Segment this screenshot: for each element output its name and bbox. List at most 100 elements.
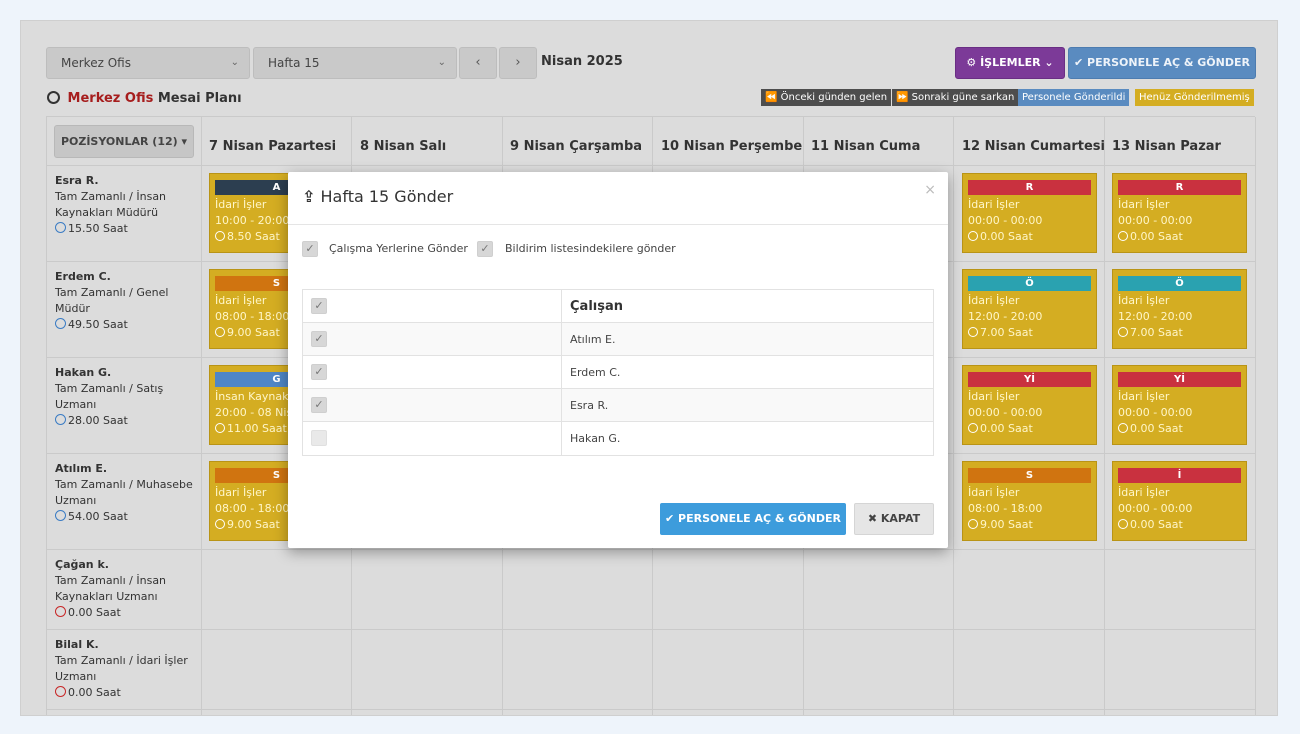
modal-title-text: Hafta 15 Gönder (320, 187, 454, 206)
table-row: Hakan G. (303, 422, 933, 455)
shift-hours: 0.00 Saat (980, 422, 1033, 435)
clock-icon (47, 91, 60, 104)
shift-task: İdari İşler (1118, 486, 1170, 499)
shift-card[interactable]: R İdari İşler 00:00 - 00:00 0.00 Saat (962, 173, 1097, 253)
workplaces-label: Çalışma Yerlerine Gönder (329, 242, 468, 255)
shift-task: İdari İşler (968, 198, 1020, 211)
employee-name: Hakan G. (55, 366, 112, 379)
office-select[interactable]: Merkez Ofis ⌄ (46, 47, 250, 79)
modal-title: ⇪ Hafta 15 Gönder (302, 187, 453, 206)
employee-cell[interactable]: Bilal K. Tam Zamanlı / İdari İşler Uzman… (55, 637, 195, 701)
shift-hours: 0.00 Saat (1130, 518, 1183, 531)
shift-task: İdari İşler (968, 390, 1020, 403)
notify-list-checkbox[interactable]: ✓ (477, 241, 493, 257)
close-icon[interactable]: × (924, 182, 936, 198)
table-header-employee: Çalışan (570, 299, 623, 314)
legend-next-day: ⏩ Sonraki güne sarkan (892, 89, 1019, 106)
clock-icon (968, 519, 978, 529)
shift-time: 12:00 - 20:00 (1118, 310, 1193, 323)
clock-icon (215, 519, 225, 529)
shift-time: 00:00 - 00:00 (1118, 406, 1193, 419)
shift-code: Yİ (1118, 372, 1241, 387)
employee-name: Erdem C. (570, 366, 621, 379)
employee-cell[interactable]: Çağan k. Tam Zamanlı / İnsan Kaynakları … (55, 557, 195, 621)
shift-time: 00:00 - 00:00 (968, 406, 1043, 419)
positions-button[interactable]: POZİSYONLAR (12) ▾ (54, 125, 194, 158)
employee-cell[interactable]: Esra R. Tam Zamanlı / İnsan Kaynakları M… (55, 173, 195, 237)
row-checkbox[interactable]: ✓ (311, 364, 327, 380)
shift-time: 00:00 - 00:00 (968, 214, 1043, 227)
day-header: 12 Nisan Cumartesi (962, 139, 1105, 154)
shift-task: İdari İşler (968, 486, 1020, 499)
month-label: Nisan 2025 (541, 54, 623, 69)
shift-task: İdari İşler (1118, 294, 1170, 307)
actions-dropdown-button[interactable]: ⚙ İŞLEMLER ⌄ (955, 47, 1065, 79)
shift-code: Ö (1118, 276, 1241, 291)
publish-button[interactable]: ✔ PERSONELE AÇ & GÖNDER (1068, 47, 1256, 79)
shift-hours: 7.00 Saat (980, 326, 1033, 339)
shift-card[interactable]: İ İdari İşler 00:00 - 00:00 0.00 Saat (1112, 461, 1247, 541)
publish-and-send-button[interactable]: ✔ PERSONELE AÇ & GÖNDER (660, 503, 846, 535)
day-header: 11 Nisan Cuma (811, 139, 921, 154)
shift-hours: 9.00 Saat (227, 326, 280, 339)
shift-card[interactable]: Ö İdari İşler 12:00 - 20:00 7.00 Saat (1112, 269, 1247, 349)
shift-code: R (968, 180, 1091, 195)
employee-cell[interactable]: Hakan G. Tam Zamanlı / Satış Uzmanı 28.0… (55, 365, 195, 429)
employee-name: Esra R. (55, 174, 99, 187)
employee-hours: 28.00 Saat (68, 414, 128, 427)
row-checkbox[interactable]: ✓ (311, 397, 327, 413)
table-row: ✓ Atılım E. (303, 323, 933, 356)
shift-card[interactable]: R İdari İşler 00:00 - 00:00 0.00 Saat (1112, 173, 1247, 253)
shift-hours: 11.00 Saat (227, 422, 287, 435)
select-all-checkbox[interactable]: ✓ (311, 298, 327, 314)
legend-prev-day: ⏪ Önceki günden gelen (761, 89, 892, 106)
shift-card[interactable]: Yİ İdari İşler 00:00 - 00:00 0.00 Saat (1112, 365, 1247, 445)
employee-name: Esra R. (570, 399, 609, 412)
next-week-button[interactable]: › (499, 47, 537, 79)
shift-task: İdari İşler (968, 294, 1020, 307)
row-checkbox[interactable]: ✓ (311, 331, 327, 347)
employee-role: Tam Zamanlı / Muhasebe Uzmanı (55, 478, 193, 507)
shift-time: 00:00 - 00:00 (1118, 214, 1193, 227)
employee-name: Atılım E. (570, 333, 616, 346)
workplaces-checkbox[interactable]: ✓ (302, 241, 318, 257)
employee-hours: 15.50 Saat (68, 222, 128, 235)
chevron-down-icon: ⌄ (437, 57, 446, 68)
shift-card[interactable]: Yİ İdari İşler 00:00 - 00:00 0.00 Saat (962, 365, 1097, 445)
clock-icon (968, 423, 978, 433)
shift-hours: 0.00 Saat (980, 230, 1033, 243)
employee-name: Erdem C. (55, 270, 111, 283)
employee-cell[interactable]: Atılım E. Tam Zamanlı / Muhasebe Uzmanı … (55, 461, 195, 525)
shift-code: R (1118, 180, 1241, 195)
day-header: 10 Nisan Perşembe (661, 139, 803, 154)
employee-role: Tam Zamanlı / İdari İşler Uzmanı (55, 654, 188, 683)
shift-card[interactable]: S İdari İşler 08:00 - 18:00 9.00 Saat (962, 461, 1097, 541)
employee-table: ✓ Çalışan ✓ Atılım E. ✓ Erdem C. ✓ Esra … (302, 289, 934, 456)
shift-card[interactable]: Ö İdari İşler 12:00 - 20:00 7.00 Saat (962, 269, 1097, 349)
shift-hours: 0.00 Saat (1130, 230, 1183, 243)
row-checkbox[interactable] (311, 430, 327, 446)
legend-not-sent: Henüz Gönderilmemiş (1135, 89, 1254, 106)
employee-hours: 0.00 Saat (68, 606, 121, 619)
shift-code: Ö (968, 276, 1091, 291)
day-header: 7 Nisan Pazartesi (209, 139, 337, 154)
shift-hours: 9.00 Saat (227, 518, 280, 531)
employee-cell[interactable]: Erdem C. Tam Zamanlı / Genel Müdür 49.50… (55, 269, 195, 333)
employee-name: Hakan G. (570, 432, 621, 445)
employee-name: Bilal K. (55, 638, 99, 651)
shift-time: 12:00 - 20:00 (968, 310, 1043, 323)
table-row: ✓ Erdem C. (303, 356, 933, 389)
shift-code: S (968, 468, 1091, 483)
employee-role: Tam Zamanlı / Satış Uzmanı (55, 382, 164, 411)
close-button[interactable]: ✖ KAPAT (854, 503, 934, 535)
prev-week-button[interactable]: ‹ (459, 47, 497, 79)
employee-role: Tam Zamanlı / İnsan Kaynakları Uzmanı (55, 574, 167, 603)
clock-icon (968, 327, 978, 337)
clock-icon (1118, 423, 1128, 433)
week-select[interactable]: Hafta 15 ⌄ (253, 47, 457, 79)
shift-hours: 7.00 Saat (1130, 326, 1183, 339)
clock-icon (1118, 231, 1128, 241)
clock-icon (215, 327, 225, 337)
office-select-value: Merkez Ofis (61, 56, 131, 70)
clock-icon (215, 231, 225, 241)
